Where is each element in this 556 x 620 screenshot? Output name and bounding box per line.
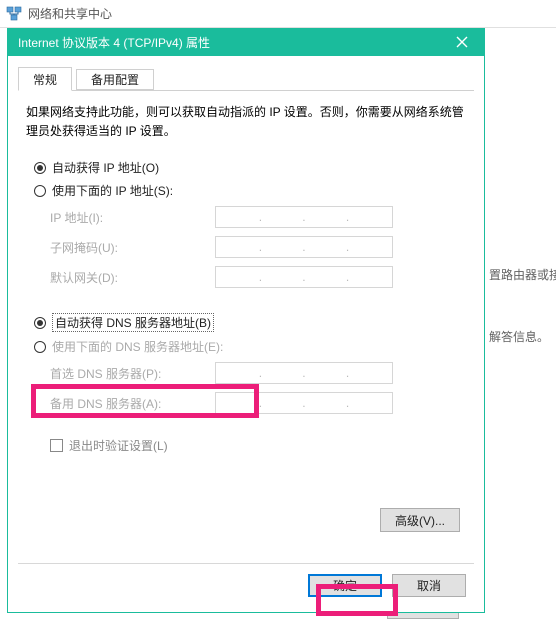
explain-text: 如果网络支持此功能，则可以获取自动指派的 IP 设置。否则，你需要从网络系统管理… — [26, 103, 466, 141]
input-subnet-mask: ....... — [215, 236, 393, 258]
input-ip-address: ....... — [215, 206, 393, 228]
radio-icon — [34, 185, 46, 197]
radio-dns-auto[interactable]: 自动获得 DNS 服务器地址(B) — [34, 313, 466, 332]
checkbox-icon — [50, 439, 63, 452]
radio-dns-manual-label: 使用下面的 DNS 服务器地址(E): — [52, 338, 223, 355]
parent-window-header: 网络和共享中心 — [0, 0, 556, 28]
field-ip-address-label: IP 地址(I): — [50, 209, 215, 226]
field-alternate-dns: 备用 DNS 服务器(A): ....... — [50, 391, 466, 415]
dialog-title: Internet 协议版本 4 (TCP/IPv4) 属性 — [18, 34, 448, 51]
tab-general[interactable]: 常规 — [18, 67, 72, 91]
separator-line — [18, 563, 474, 564]
radio-ip-auto[interactable]: 自动获得 IP 地址(O) — [34, 159, 466, 176]
radio-ip-auto-label: 自动获得 IP 地址(O) — [52, 159, 159, 176]
input-preferred-dns: ....... — [215, 362, 393, 384]
cancel-button-label: 取消 — [417, 577, 441, 594]
field-default-gateway-label: 默认网关(D): — [50, 269, 215, 286]
radio-dns-auto-label: 自动获得 DNS 服务器地址(B) — [52, 313, 214, 332]
field-preferred-dns: 首选 DNS 服务器(P): ....... — [50, 361, 466, 385]
radio-icon — [34, 341, 46, 353]
tab-strip: 常规 备用配置 — [18, 66, 474, 91]
dialog-button-row: 确定 取消 — [8, 574, 484, 602]
field-ip-address: IP 地址(I): ....... — [50, 205, 466, 229]
radio-icon — [34, 162, 46, 174]
tab-alternate-label: 备用配置 — [91, 71, 139, 88]
radio-icon — [34, 317, 46, 329]
advanced-button-label: 高级(V)... — [395, 512, 445, 529]
checkbox-validate-label: 退出时验证设置(L) — [69, 437, 168, 454]
input-alternate-dns: ....... — [215, 392, 393, 414]
field-alternate-dns-label: 备用 DNS 服务器(A): — [50, 395, 215, 412]
field-subnet-mask-label: 子网掩码(U): — [50, 239, 215, 256]
radio-ip-manual-label: 使用下面的 IP 地址(S): — [52, 182, 173, 199]
advanced-button[interactable]: 高级(V)... — [380, 508, 460, 532]
background-text-diag: 解答信息。 — [489, 328, 549, 345]
network-sharing-icon — [6, 6, 22, 22]
field-preferred-dns-label: 首选 DNS 服务器(P): — [50, 365, 215, 382]
background-text-router: 置路由器或接 — [489, 266, 556, 283]
tab-general-label: 常规 — [33, 71, 57, 88]
ipv4-properties-dialog: Internet 协议版本 4 (TCP/IPv4) 属性 常规 备用配置 如果… — [7, 28, 485, 613]
ok-button-label: 确定 — [333, 577, 357, 594]
dialog-body: 如果网络支持此功能，则可以获取自动指派的 IP 设置。否则，你需要从网络系统管理… — [8, 91, 484, 454]
field-subnet-mask: 子网掩码(U): ....... — [50, 235, 466, 259]
input-default-gateway: ....... — [215, 266, 393, 288]
field-default-gateway: 默认网关(D): ....... — [50, 265, 466, 289]
checkbox-validate-on-exit[interactable]: 退出时验证设置(L) — [50, 437, 466, 454]
radio-dns-manual[interactable]: 使用下面的 DNS 服务器地址(E): — [34, 338, 466, 355]
parent-window-title: 网络和共享中心 — [28, 5, 112, 22]
tab-alternate[interactable]: 备用配置 — [76, 69, 154, 90]
radio-ip-manual[interactable]: 使用下面的 IP 地址(S): — [34, 182, 466, 199]
close-button[interactable] — [448, 28, 476, 56]
dialog-titlebar: Internet 协议版本 4 (TCP/IPv4) 属性 — [8, 28, 484, 56]
ok-button[interactable]: 确定 — [308, 574, 382, 597]
cancel-button[interactable]: 取消 — [392, 574, 466, 597]
